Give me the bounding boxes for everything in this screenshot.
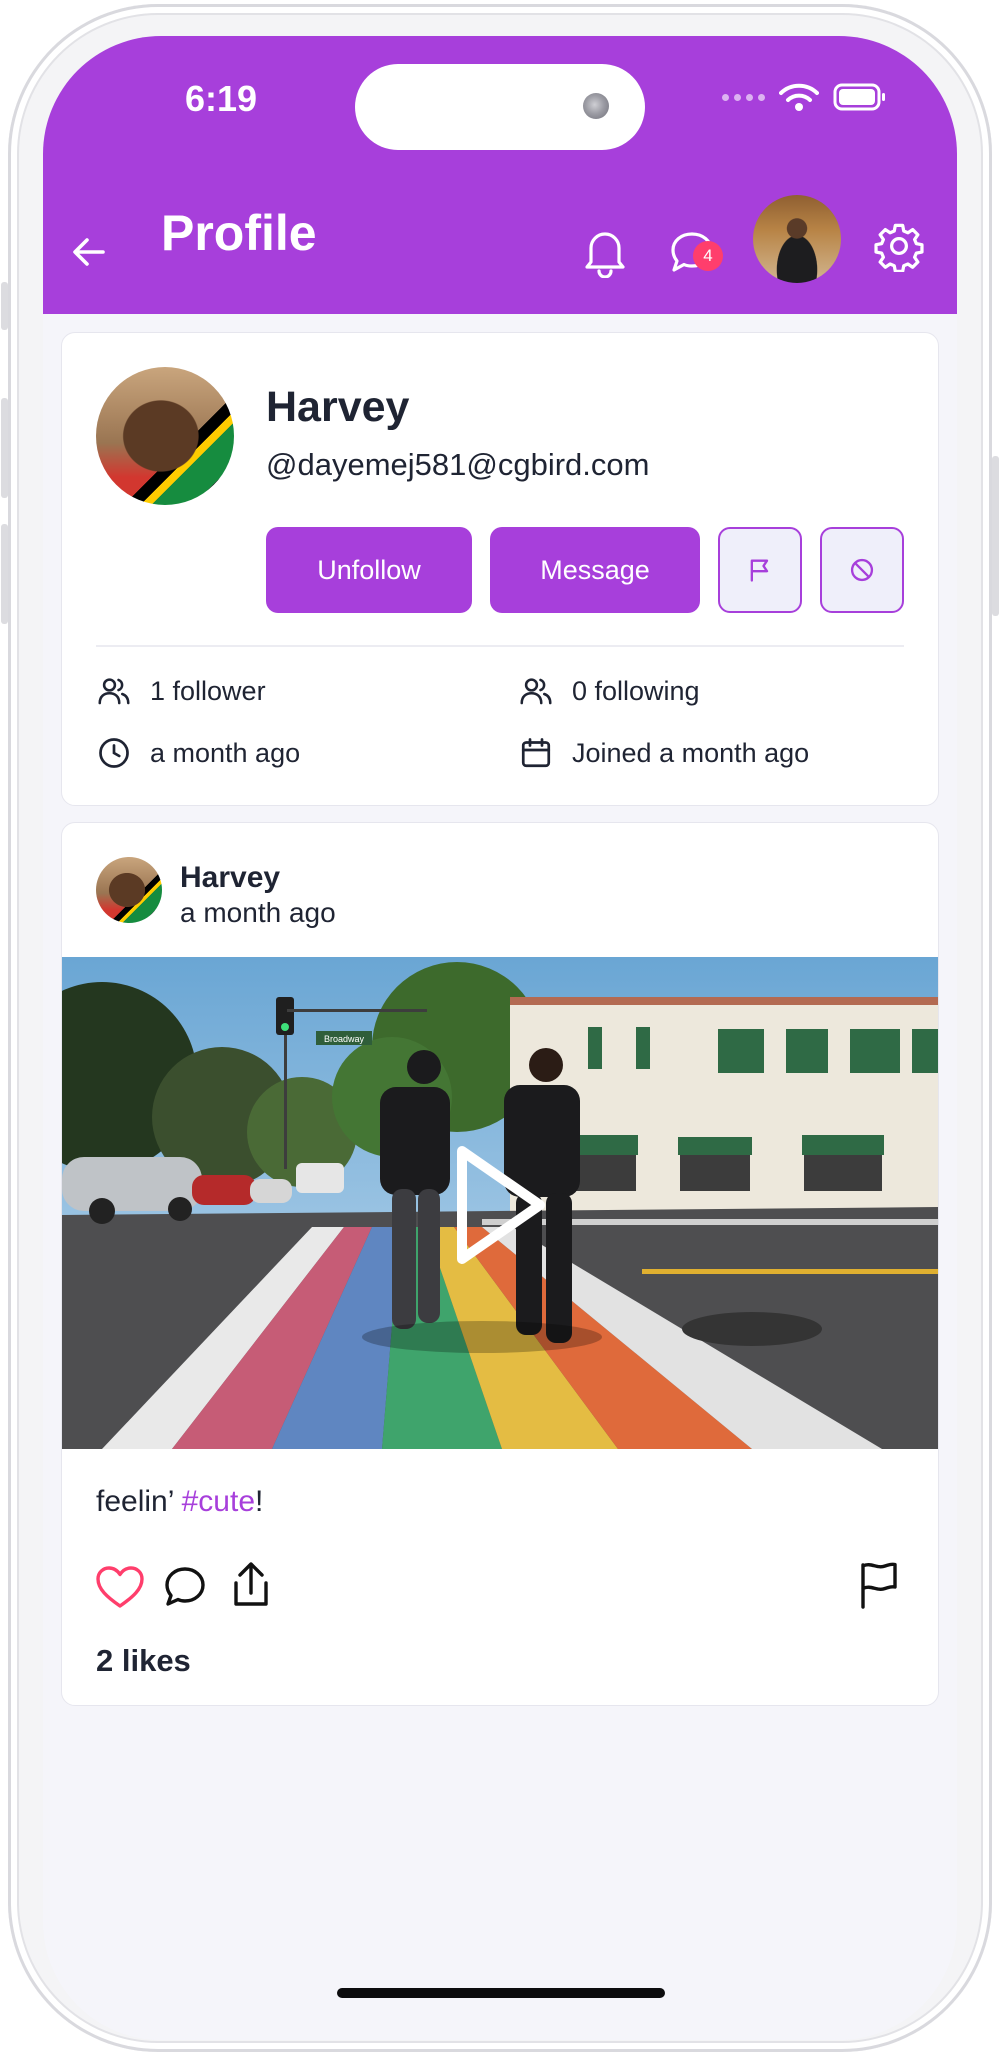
profile-handle: @dayemej581@cgbird.com [266, 447, 650, 482]
joined-text: Joined a month ago [572, 737, 810, 768]
home-indicator [337, 1988, 665, 1998]
post-card: Harvey a month ago Broadway feelin’ #cut… [61, 822, 939, 1706]
post-author-name[interactable]: Harvey [180, 861, 280, 895]
settings-button[interactable] [871, 218, 927, 274]
post-author-avatar[interactable] [96, 857, 162, 923]
page-title: Profile [161, 205, 317, 261]
video-thumbnail: Broadway [62, 957, 938, 1449]
following-stat[interactable]: 0 following [518, 673, 700, 709]
report-post-button[interactable] [852, 1557, 904, 1613]
hashtag-link[interactable]: #cute [182, 1485, 255, 1518]
current-user-avatar[interactable] [753, 195, 841, 283]
wifi-icon [779, 83, 819, 111]
share-icon [234, 1562, 268, 1606]
heart-icon [96, 1566, 144, 1608]
last-active-text: a month ago [150, 737, 301, 768]
battery-icon [833, 83, 885, 111]
followers-count: 1 follower [150, 675, 266, 706]
clock-icon [99, 738, 129, 768]
volume-up-button [1, 398, 8, 498]
post-video[interactable]: Broadway [62, 957, 938, 1449]
unfollow-button[interactable]: Unfollow [266, 527, 472, 613]
caption-suffix: ! [255, 1485, 264, 1518]
block-button[interactable] [820, 527, 904, 613]
users-icon [520, 678, 552, 705]
dynamic-island [355, 64, 645, 150]
divider [96, 645, 904, 647]
gear-icon [874, 223, 924, 272]
share-button[interactable] [226, 1557, 276, 1613]
caption-text: feelin’ [96, 1485, 182, 1518]
notifications-button[interactable] [579, 224, 631, 280]
likes-count[interactable]: 2 likes [96, 1643, 191, 1679]
report-button[interactable] [718, 527, 802, 613]
signal-dots-icon [722, 93, 765, 101]
post-caption: feelin’ #cute! [96, 1485, 263, 1519]
messages-badge: 4 [693, 241, 723, 271]
camera-dot [583, 93, 609, 119]
like-button[interactable] [94, 1561, 146, 1613]
back-arrow-icon [73, 238, 105, 266]
street-sign-text: Broadway [324, 1034, 365, 1044]
post-timestamp: a month ago [180, 897, 336, 928]
volume-down-button [1, 524, 8, 624]
profile-avatar [96, 367, 234, 505]
comment-button[interactable] [160, 1561, 210, 1613]
power-button [992, 456, 999, 616]
app-bar: 6:19 Profile 4 [43, 36, 957, 314]
bell-icon [585, 232, 625, 278]
followers-stat[interactable]: 1 follower [96, 673, 266, 709]
message-button[interactable]: Message [490, 527, 700, 613]
flag-icon [861, 1562, 897, 1609]
profile-card: Harvey @dayemej581@cgbird.com Unfollow M… [61, 332, 939, 806]
profile-name: Harvey [266, 383, 410, 431]
comment-icon [165, 1567, 205, 1606]
joined-stat: Joined a month ago [518, 735, 809, 771]
following-count: 0 following [572, 675, 700, 706]
last-active-stat: a month ago [96, 735, 300, 771]
mute-switch [1, 282, 8, 330]
calendar-icon [521, 738, 551, 768]
flag-icon [750, 559, 769, 582]
status-icons [722, 82, 887, 112]
screen: 6:19 Profile 4 Harvey @dayemej581@cgbird… [43, 36, 957, 2040]
back-button[interactable] [65, 228, 113, 276]
block-icon [850, 558, 874, 582]
users-icon [98, 678, 130, 705]
status-time: 6:19 [184, 78, 258, 119]
